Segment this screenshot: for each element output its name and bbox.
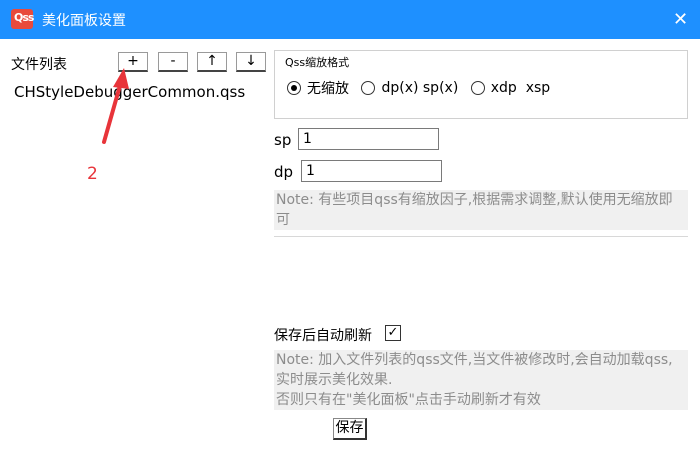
save-button[interactable]: 保存 <box>333 418 367 440</box>
refresh-note: Note: 加入文件列表的qss文件,当文件被修改时,会自动加载qss,实时展示… <box>274 350 688 410</box>
radio-dp-sp-label: dp(x) sp(x) <box>381 80 459 96</box>
sp-input[interactable] <box>298 128 439 150</box>
sp-label: sp <box>274 131 292 149</box>
radio-no-scale[interactable] <box>287 81 301 95</box>
divider <box>274 236 688 237</box>
radio-no-scale-label: 无缩放 <box>307 81 349 97</box>
scale-note: Note: 有些项目qss有缩放因子,根据需求调整,默认使用无缩放即可 <box>274 190 688 230</box>
qss-format-title: Qss缩放格式 <box>285 54 350 70</box>
qss-format-group: Qss缩放格式 无缩放 dp(x) sp(x) xdp xsp <box>274 50 688 119</box>
autosave-checkbox[interactable]: ✓ <box>385 325 401 341</box>
dp-input[interactable] <box>301 160 442 182</box>
radio-xdp-xsp[interactable] <box>470 81 485 95</box>
autosave-label: 保存后自动刷新 <box>274 328 372 344</box>
radio-dp-sp[interactable] <box>361 81 376 95</box>
dp-label: dp <box>274 163 294 181</box>
annotation-number: 2 <box>87 164 98 184</box>
radio-xdp-xsp-label: xdp xsp <box>490 80 551 96</box>
qss-format-options: 无缩放 dp(x) sp(x) xdp xsp <box>287 78 558 98</box>
